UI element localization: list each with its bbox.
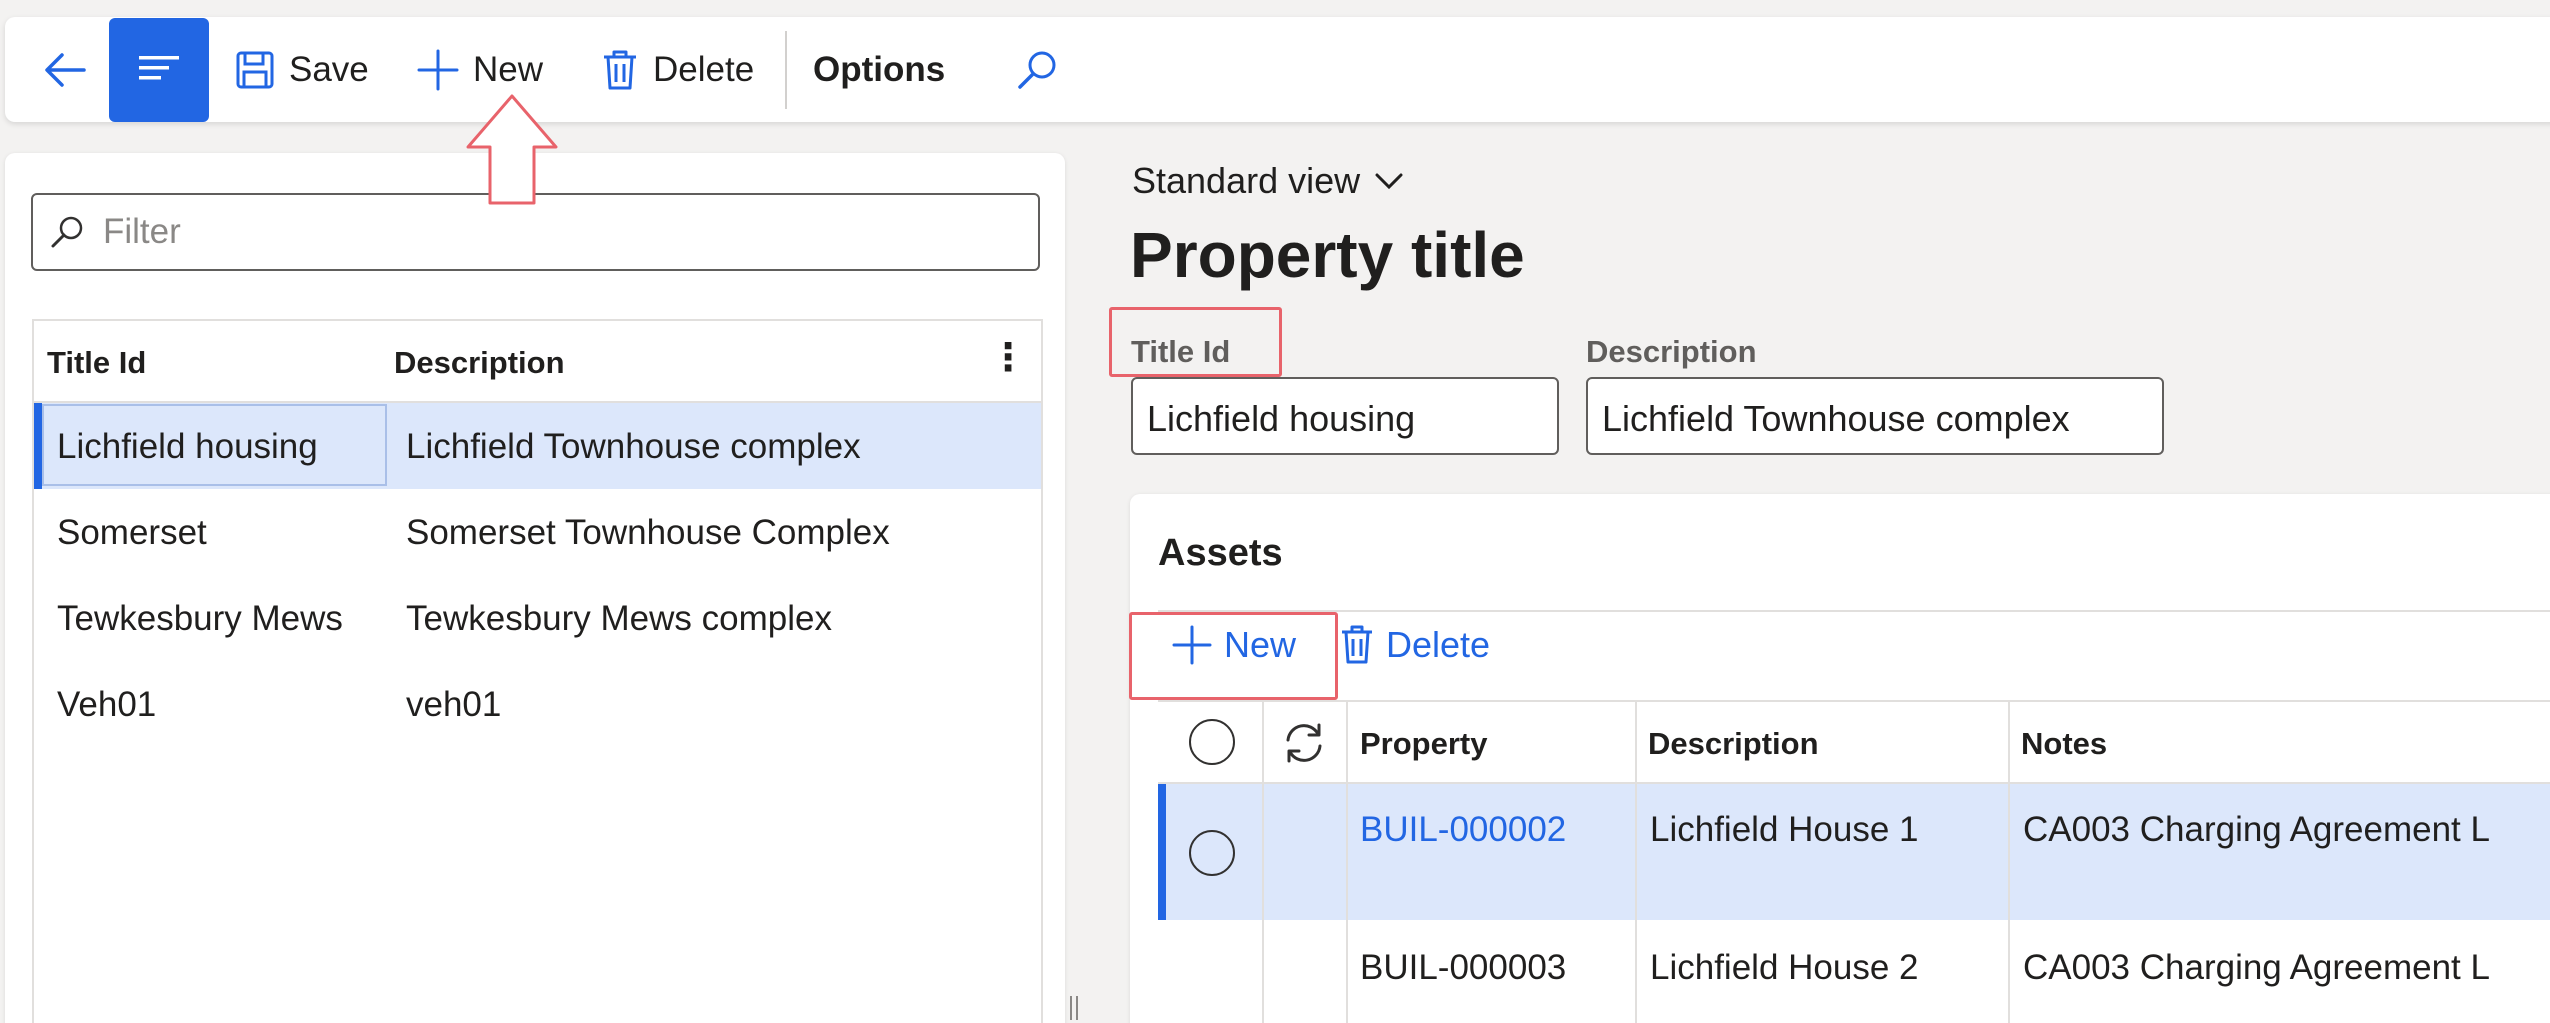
assets-grid: Property Description Notes BUIL-000002 L… (1158, 700, 2550, 1023)
column-header-notes[interactable]: Notes (2021, 726, 2107, 762)
column-divider (1346, 702, 1348, 1023)
column-header-description[interactable]: Description (394, 345, 565, 381)
select-all-checkbox[interactable] (1189, 719, 1235, 765)
plus-icon (417, 49, 459, 91)
list-row[interactable]: Veh01 veh01 (34, 661, 1041, 747)
annotation-box-title-id (1109, 307, 1282, 377)
save-label: Save (289, 49, 369, 89)
trash-icon (601, 49, 639, 91)
save-icon (235, 50, 275, 90)
delete-label: Delete (653, 49, 755, 89)
list-row[interactable]: Lichfield housing Lichfield Townhouse co… (34, 403, 1041, 489)
row-title-id: Somerset (57, 513, 207, 552)
options-label: Options (813, 49, 946, 89)
annotation-box-new (1129, 612, 1338, 700)
list-row[interactable]: Tewkesbury Mews Tewkesbury Mews complex (34, 575, 1041, 661)
list-row[interactable]: Somerset Somerset Townhouse Complex (34, 489, 1041, 575)
filter-placeholder: Filter (103, 212, 181, 251)
property-link[interactable]: BUIL-000003 (1360, 948, 1566, 988)
page-title: Property title (1130, 219, 1525, 291)
search-button[interactable] (1015, 17, 1059, 122)
row-notes: CA003 Charging Agreement L (2023, 948, 2490, 987)
search-icon (51, 216, 83, 248)
property-link[interactable]: BUIL-000002 (1360, 810, 1566, 850)
new-label: New (473, 49, 544, 89)
grid-header: Title Id Description ⋮ (34, 321, 1041, 403)
delete-asset-label: Delete (1386, 624, 1491, 665)
search-icon (1018, 51, 1056, 89)
show-list-button[interactable] (109, 18, 209, 122)
column-header-property[interactable]: Property (1360, 726, 1487, 762)
annotation-up-arrow (466, 94, 558, 205)
assets-section: Assets New Delete Property Description N… (1130, 494, 2550, 1023)
list-panel: Filter Title Id Description ⋮ Lichfield … (5, 153, 1065, 1023)
column-divider (2008, 702, 2010, 1023)
delete-button[interactable]: Delete (601, 17, 754, 122)
table-row[interactable]: BUIL-000003 Lichfield House 2 CA003 Char… (1158, 922, 2550, 1023)
trash-icon (1340, 625, 1374, 665)
row-description: Lichfield Townhouse complex (406, 427, 861, 466)
view-selector[interactable]: Standard view (1132, 160, 1404, 202)
row-select-checkbox[interactable] (1189, 830, 1235, 876)
save-button[interactable]: Save (235, 17, 369, 122)
back-button[interactable] (25, 17, 105, 122)
column-divider (1635, 702, 1637, 1023)
delete-asset-button[interactable]: Delete (1340, 624, 1490, 666)
list-lines-icon (139, 56, 179, 80)
chevron-down-icon (1374, 171, 1404, 191)
row-title-id: Lichfield housing (57, 427, 318, 466)
title-list-grid: Title Id Description ⋮ Lichfield housing… (32, 319, 1043, 1023)
column-header-title-id[interactable]: Title Id (47, 345, 146, 381)
row-description: Somerset Townhouse Complex (406, 513, 890, 552)
row-description: Lichfield House 1 (1650, 810, 1919, 849)
refresh-icon[interactable] (1281, 720, 1327, 774)
assets-grid-header: Property Description Notes (1158, 702, 2550, 784)
row-description: veh01 (406, 685, 502, 724)
title-id-field[interactable]: Lichfield housing (1131, 377, 1559, 455)
panel-splitter[interactable] (1070, 996, 1078, 1020)
row-description: Tewkesbury Mews complex (406, 599, 832, 638)
back-arrow-icon (45, 52, 86, 87)
description-field[interactable]: Lichfield Townhouse complex (1586, 377, 2164, 455)
options-tab[interactable]: Options (813, 17, 945, 122)
column-divider (1262, 702, 1264, 1023)
row-title-id: Tewkesbury Mews (57, 599, 343, 638)
section-divider (1158, 610, 2550, 612)
row-title-id: Veh01 (57, 685, 157, 724)
view-name: Standard view (1132, 160, 1361, 201)
column-header-description[interactable]: Description (1648, 726, 1819, 762)
description-label: Description (1586, 334, 1757, 369)
action-pane: Save New Delete Options (5, 17, 2550, 122)
row-notes: CA003 Charging Agreement L (2023, 810, 2490, 849)
row-description: Lichfield House 2 (1650, 948, 1919, 987)
table-row[interactable]: BUIL-000002 Lichfield House 1 CA003 Char… (1158, 784, 2550, 920)
assets-section-title[interactable]: Assets (1158, 532, 1283, 575)
toolbar-divider (785, 31, 787, 109)
more-options-icon[interactable]: ⋮ (989, 339, 1027, 377)
